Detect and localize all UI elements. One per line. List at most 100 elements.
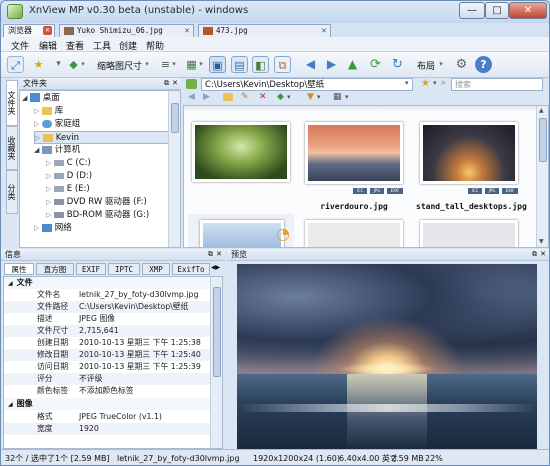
- tab-yuko-image[interactable]: Yuko Shimizu_06.jpg ✕: [59, 24, 194, 37]
- tab-exiftool[interactable]: ExifTo: [172, 263, 210, 275]
- collapse-icon[interactable]: ◢: [4, 401, 17, 408]
- tab-iptc[interactable]: IPTC: [108, 263, 140, 275]
- expand-icon[interactable]: ▷: [46, 159, 51, 167]
- expand-icon[interactable]: ▷: [34, 120, 39, 128]
- tree-item-dvd-drive[interactable]: ▷ DVD RW 驱动器 (F:): [46, 196, 147, 209]
- thumbsize-dropdown-icon[interactable]: ▾: [143, 56, 151, 73]
- layout-label[interactable]: 布局: [417, 59, 435, 72]
- arrow-left-icon[interactable]: ◀: [302, 56, 319, 73]
- search-icon[interactable]: ⌕: [441, 78, 446, 88]
- filter-dropdown-icon[interactable]: ▾: [317, 93, 321, 101]
- help-icon[interactable]: ?: [475, 56, 492, 73]
- favorite-dropdown-icon[interactable]: ▾: [433, 79, 437, 87]
- thumbnail-card[interactable]: [305, 218, 403, 247]
- tree-scrollbar[interactable]: [168, 91, 180, 247]
- tab-close-icon[interactable]: ✕: [43, 26, 52, 35]
- menu-tools[interactable]: 工具: [93, 39, 111, 52]
- layout-dropdown-icon[interactable]: ▾: [437, 56, 445, 73]
- menu-edit[interactable]: 编辑: [39, 39, 57, 52]
- tree-item-bd-drive[interactable]: ▷ BD-ROM 驱动器 (G:): [46, 209, 149, 222]
- expand-icon[interactable]: ◢: [22, 94, 27, 102]
- view-mode-dropdown-icon[interactable]: ▾: [197, 56, 205, 73]
- panel-float-icon[interactable]: ⧉: [532, 249, 537, 260]
- slideshow-icon[interactable]: ▤: [231, 56, 248, 73]
- batch-convert-icon[interactable]: ⧉: [274, 56, 291, 73]
- grid-view-dropdown-icon[interactable]: ▾: [345, 93, 349, 101]
- expand-icon[interactable]: ▷: [46, 198, 51, 206]
- add-bookmark-icon[interactable]: ★: [30, 56, 47, 73]
- expand-icon[interactable]: ▷: [46, 185, 51, 193]
- thumbnail-card[interactable]: [420, 218, 518, 247]
- expand-icon[interactable]: ◢: [34, 146, 39, 154]
- tag-icon[interactable]: ◆: [277, 92, 284, 102]
- scroll-up-icon[interactable]: ▲: [539, 107, 544, 114]
- minimize-button[interactable]: —: [459, 2, 485, 19]
- scrollbar-thumb[interactable]: [539, 118, 547, 162]
- thumbnail-scrollbar[interactable]: ▲ ▼: [536, 106, 548, 247]
- tag-dropdown-icon[interactable]: ▾: [79, 56, 87, 73]
- tag-dropdown-icon[interactable]: ▾: [287, 93, 291, 101]
- delete-icon[interactable]: ✕: [259, 92, 267, 102]
- tab-histogram[interactable]: 直方图: [36, 263, 74, 275]
- view-image-icon[interactable]: ▣: [209, 56, 226, 73]
- tree-item-drive-c[interactable]: ▷ C (C:): [46, 157, 91, 170]
- collapse-icon[interactable]: ◢: [4, 280, 17, 287]
- tree-item-kevin[interactable]: ▷ Kevin: [34, 131, 180, 144]
- arrow-right-icon[interactable]: ▶: [323, 56, 340, 73]
- menu-view[interactable]: 查看: [66, 39, 84, 52]
- new-folder-icon[interactable]: [223, 93, 233, 101]
- thumbnail-card[interactable]: [188, 118, 294, 214]
- grid-view-icon[interactable]: ▦: [333, 92, 342, 102]
- refresh-folder-icon[interactable]: ↻: [389, 56, 406, 73]
- section-image[interactable]: ◢ 图像: [4, 398, 222, 410]
- tree-item-homegroup[interactable]: ▷ 家庭组: [34, 118, 80, 131]
- favorite-star-icon[interactable]: ★: [421, 78, 430, 89]
- fullscreen-icon[interactable]: ⤢: [7, 56, 24, 73]
- arrow-up-icon[interactable]: ▲: [344, 56, 361, 73]
- tree-item-computer[interactable]: ◢ 计算机: [34, 144, 80, 157]
- tab-properties[interactable]: 属性: [4, 263, 34, 275]
- panel-close-icon[interactable]: ✕: [172, 78, 178, 89]
- tree-item-library[interactable]: ▷ 库: [34, 105, 63, 118]
- tab-close-icon[interactable]: ✕: [184, 25, 190, 37]
- scrollbar-thumb[interactable]: [171, 103, 179, 133]
- panel-close-icon[interactable]: ✕: [540, 249, 546, 260]
- tab-exif[interactable]: EXIF: [76, 263, 106, 275]
- expand-icon[interactable]: ▷: [46, 172, 51, 180]
- tree-item-drive-e[interactable]: ▷ E (E:): [46, 183, 90, 196]
- tab-close-icon[interactable]: ✕: [321, 25, 327, 37]
- tree-item-network[interactable]: ▷ 网络: [34, 222, 72, 235]
- expand-icon[interactable]: ▷: [46, 211, 51, 219]
- tab-473-image[interactable]: 473.jpg ✕: [198, 24, 331, 37]
- tree-item-desktop[interactable]: ◢ 桌面: [22, 92, 60, 105]
- tab-browser[interactable]: 浏览器 ✕: [3, 24, 55, 37]
- scroll-down-icon[interactable]: ▼: [539, 238, 544, 245]
- tab-xmp[interactable]: XMP: [142, 263, 170, 275]
- panel-float-icon[interactable]: ⧉: [208, 249, 213, 260]
- side-tab-favorites[interactable]: 收藏夹: [6, 126, 18, 170]
- edit-icon[interactable]: ✎: [241, 92, 249, 102]
- thumbnail-card[interactable]: ICC JPG EXIF riverdouro.jpg: [301, 118, 407, 214]
- folder-go-icon[interactable]: [186, 79, 197, 89]
- panel-close-icon[interactable]: ✕: [216, 249, 222, 260]
- tree-item-drive-d[interactable]: ▷ D (D:): [46, 170, 92, 183]
- path-input[interactable]: C:\Users\Kevin\Desktop\壁纸: [201, 78, 413, 91]
- maximize-button[interactable]: □: [485, 2, 509, 19]
- expand-icon[interactable]: ▷: [35, 134, 40, 142]
- thumbnail-size-label[interactable]: 缩略图尺寸: [97, 59, 142, 72]
- side-tab-categories[interactable]: 分类: [6, 170, 18, 214]
- expand-icon[interactable]: ▷: [34, 224, 39, 232]
- menu-help[interactable]: 帮助: [146, 39, 164, 52]
- settings-gear-icon[interactable]: ⚙: [453, 56, 470, 73]
- menu-file[interactable]: 文件: [11, 39, 29, 52]
- thumbnail-card[interactable]: ◔: [188, 214, 294, 247]
- preview-image[interactable]: [237, 264, 537, 449]
- close-button[interactable]: ✕: [509, 2, 547, 19]
- filter-funnel-icon[interactable]: ▼: [307, 92, 314, 102]
- side-tab-folders[interactable]: 文件夹: [6, 80, 18, 126]
- refresh-icon[interactable]: ⟳: [367, 56, 384, 73]
- path-dropdown-icon[interactable]: ▾: [405, 79, 409, 87]
- tabs-scroll-icon[interactable]: ◀▶: [211, 264, 220, 271]
- menu-create[interactable]: 创建: [119, 39, 137, 52]
- search-input[interactable]: 搜索: [451, 78, 543, 91]
